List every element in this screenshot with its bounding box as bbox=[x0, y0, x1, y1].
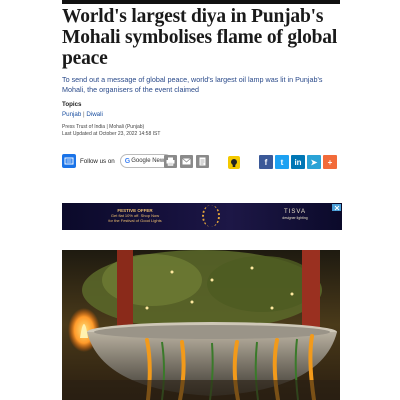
follow-bar: Follow us on G Google News bbox=[62, 153, 173, 169]
ad-close-icon[interactable] bbox=[332, 204, 341, 211]
advertisement-banner[interactable]: FESTIVE OFFER Get flat 10% off. Shop Now… bbox=[62, 203, 342, 230]
topic-link-diwali[interactable]: Diwali bbox=[86, 111, 103, 118]
byline: Press Trust of India | Mohali (Punjab) L… bbox=[62, 124, 160, 137]
lightbulb-icon[interactable] bbox=[228, 156, 240, 169]
ad-brand-tagline: designer lighting bbox=[282, 216, 308, 220]
envelope-icon bbox=[182, 158, 191, 165]
topics-heading: Topics bbox=[62, 101, 82, 108]
google-g-icon: G bbox=[124, 157, 131, 165]
diya-photo-illustration bbox=[62, 250, 340, 400]
document-icon bbox=[199, 157, 206, 166]
google-news-label: Google News bbox=[131, 158, 168, 164]
byline-location: Mohali (Punjab) bbox=[109, 124, 145, 130]
google-news-logo-icon[interactable] bbox=[62, 154, 76, 168]
ad-offer-line-2: for the Festival of Good Lights bbox=[108, 218, 162, 223]
topics-separator: | bbox=[83, 111, 85, 118]
header-rule bbox=[62, 0, 340, 4]
ad-lamp-graphic bbox=[202, 205, 220, 227]
save-article-button[interactable] bbox=[196, 155, 209, 168]
close-icon bbox=[334, 205, 339, 210]
article-headline: World's largest diya in Punjab's Mohali … bbox=[62, 6, 338, 69]
newspaper-icon bbox=[64, 157, 74, 165]
twitter-share-button[interactable]: t bbox=[275, 155, 289, 169]
printer-icon bbox=[166, 157, 175, 166]
linkedin-share-button[interactable]: in bbox=[291, 155, 305, 169]
print-button[interactable] bbox=[164, 155, 177, 168]
ad-offer-text: FESTIVE OFFER Get flat 10% off. Shop Now… bbox=[100, 208, 170, 223]
ad-brand: TISVA designer lighting bbox=[270, 209, 320, 221]
more-share-button[interactable]: + bbox=[323, 155, 337, 169]
byline-source: Press Trust of India bbox=[62, 124, 106, 130]
facebook-share-button[interactable]: f bbox=[259, 155, 273, 169]
email-button[interactable] bbox=[180, 155, 193, 168]
bulb-shape-icon bbox=[231, 158, 237, 167]
article-summary: To send out a message of global peace, w… bbox=[62, 75, 323, 94]
follow-us-label: Follow us on bbox=[80, 157, 115, 165]
topics-list: Punjab | Diwali bbox=[62, 111, 103, 118]
telegram-share-button[interactable]: ➤ bbox=[307, 155, 321, 169]
byline-separator: | bbox=[106, 124, 108, 130]
article-photo bbox=[62, 250, 340, 400]
topic-link-punjab[interactable]: Punjab bbox=[62, 111, 81, 118]
byline-updated: Last Updated at October 23, 2022 14:58 I… bbox=[62, 130, 161, 137]
